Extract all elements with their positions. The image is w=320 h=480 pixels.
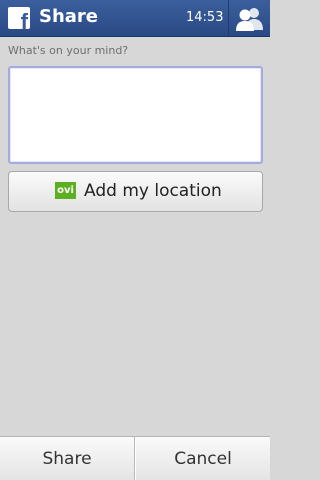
status-input[interactable]: [8, 66, 263, 164]
facebook-logo-icon: f: [8, 7, 30, 29]
softkey-divider: [134, 437, 135, 480]
softkey-bar: Share Cancel: [0, 436, 270, 480]
add-location-label: Add my location: [84, 181, 222, 201]
title-bar: f Share 14:53: [0, 0, 270, 37]
share-button[interactable]: Share: [0, 437, 134, 480]
facebook-logo-letter: f: [20, 9, 28, 30]
cancel-button[interactable]: Cancel: [136, 437, 270, 480]
add-location-button[interactable]: ovi Add my location: [8, 171, 263, 212]
ovi-icon: ovi: [55, 182, 76, 199]
clock-time: 14:53: [186, 10, 224, 25]
page-title: Share: [39, 6, 99, 27]
friends-icon: [236, 8, 263, 31]
friends-button[interactable]: [229, 0, 270, 37]
status-prompt-label: What's on your mind?: [8, 44, 129, 57]
